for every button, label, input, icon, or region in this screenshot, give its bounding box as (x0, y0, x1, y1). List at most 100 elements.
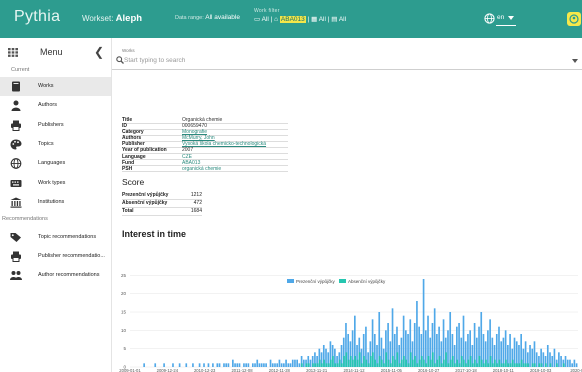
y-tick-label: 5 (123, 346, 126, 351)
filter-option-all-1[interactable]: All (262, 16, 269, 23)
bar-absencni (420, 356, 423, 367)
x-tick-label: 2014-11-12 (343, 368, 365, 372)
bar-absencni (527, 363, 529, 367)
sidebar-item-label: Topics (38, 141, 54, 147)
legend-swatch (287, 279, 294, 283)
work-filter[interactable]: Work filter ▭ All | ⌂ ABA013 | ▦ All | ▤… (254, 8, 346, 23)
bar-prezencni (464, 341, 467, 367)
bar-prezencni (172, 363, 174, 367)
bar-absencni (511, 359, 514, 367)
bar-absencni (458, 363, 461, 367)
bar-absencni (354, 356, 356, 367)
bar-prezencni (247, 363, 250, 367)
sidebar-item-languages[interactable]: Languages (0, 154, 111, 173)
bank-icon (10, 197, 22, 208)
bar-absencni (418, 359, 421, 367)
main-content: Works TitleOrganická chemieID000659470Ca… (112, 38, 582, 372)
bar-prezencni (553, 348, 556, 367)
apps-grid-icon[interactable] (8, 48, 18, 57)
globe-icon[interactable] (484, 13, 495, 24)
bar-absencni (538, 363, 541, 367)
bar-prezencni (509, 334, 511, 367)
search-input[interactable] (124, 55, 564, 65)
app-brand[interactable]: Pythia (14, 8, 60, 26)
bar-absencni (482, 363, 485, 367)
bar-absencni (498, 359, 501, 367)
bar-prezencni (487, 330, 489, 367)
bar-prezencni (302, 359, 305, 367)
workset[interactable]: Workset: Aleph (82, 13, 142, 24)
sidebar-item-authors[interactable]: Authors (0, 96, 111, 115)
filter-option-all-3[interactable]: All (339, 16, 346, 23)
bar-prezencni (294, 359, 296, 367)
bar-prezencni (500, 341, 503, 367)
bar-absencni (500, 363, 503, 367)
bar-prezencni (269, 359, 272, 367)
x-tick-label: 2016-10-27 (418, 368, 440, 372)
x-tick-label: 2009-01-01 (119, 368, 141, 372)
bar-prezencni (491, 337, 494, 367)
bar-prezencni (422, 279, 425, 367)
x-tick-label: 2012-11-28 (269, 368, 291, 372)
filter-option-fund[interactable]: ABA013 (279, 16, 306, 23)
bar-absencni (436, 359, 439, 367)
bar-prezencni (276, 363, 279, 367)
collapse-chevron-icon[interactable]: ❮ (94, 45, 104, 59)
bar-absencni (496, 363, 498, 367)
bar-absencni (447, 363, 450, 367)
bar-prezencni (218, 363, 221, 367)
bar-absencni (476, 363, 478, 367)
bar-absencni (369, 356, 372, 367)
y-tick-label: 10 (121, 328, 127, 333)
sidebar-item-publisher-recommendations[interactable]: Publisher recommendatio... (0, 247, 111, 266)
sidebar-item-author-recommendations[interactable]: Author recommendations (0, 266, 111, 285)
bar-prezencni (529, 345, 531, 367)
bar-prezencni (480, 312, 483, 367)
bar-absencni (323, 359, 325, 367)
bar-absencni (425, 363, 427, 367)
bar-absencni (514, 363, 516, 367)
sidebar-item-topics[interactable]: Topics (0, 135, 111, 154)
user-button[interactable] (567, 12, 581, 26)
bar-prezencni (533, 341, 536, 367)
bar-absencni (372, 352, 374, 367)
keyboard-icon (10, 180, 22, 187)
bar-prezencni (475, 337, 478, 367)
sidebar-item-publishers[interactable]: Publishers (0, 116, 111, 135)
language-select[interactable]: en (497, 14, 504, 21)
work-filter-options[interactable]: ▭ All | ⌂ ABA013 | ▦ All | ▤ All (254, 15, 346, 23)
search-label: Works (122, 48, 135, 53)
bar-absencni (301, 363, 303, 367)
bar-absencni (449, 359, 452, 367)
bar-absencni (487, 363, 490, 367)
search-bar[interactable]: Works (112, 38, 582, 70)
bar-prezencni (551, 356, 554, 367)
bar-prezencni (212, 363, 214, 367)
filter-option-all-2[interactable]: All (319, 16, 326, 23)
data-range[interactable]: Data range: All available (175, 14, 240, 21)
bar-prezencni (546, 345, 549, 367)
bar-absencni (443, 359, 445, 367)
bar-absencni (507, 363, 510, 367)
bar-absencni (327, 363, 330, 367)
sidebar-item-institutions[interactable]: Institutions (0, 193, 111, 212)
bar-absencni (363, 356, 365, 367)
sidebar-item-work-types[interactable]: Work types (0, 174, 111, 193)
sidebar-item-label: Author recommendations (38, 272, 100, 278)
bar-absencni (403, 356, 405, 367)
sidebar-item-works[interactable]: Works (0, 77, 111, 96)
bar-absencni (491, 363, 494, 367)
workset-value: Aleph (115, 13, 143, 24)
bar-absencni (456, 359, 459, 367)
bar-prezencni (298, 363, 301, 367)
bar-absencni (321, 363, 323, 367)
sidebar-item-topic-recommendations[interactable]: Topic recommendations (0, 228, 111, 247)
sidebar-item-label: Works (38, 83, 54, 89)
chevron-down-icon[interactable] (508, 16, 514, 20)
bar-absencni (533, 363, 536, 367)
row-divider (122, 214, 202, 215)
tags-icon (10, 233, 21, 242)
sidebar: Menu ❮ Current Works Authors Publishers … (0, 38, 112, 372)
chevron-down-icon[interactable] (572, 59, 578, 63)
bar-prezencni (524, 341, 527, 367)
